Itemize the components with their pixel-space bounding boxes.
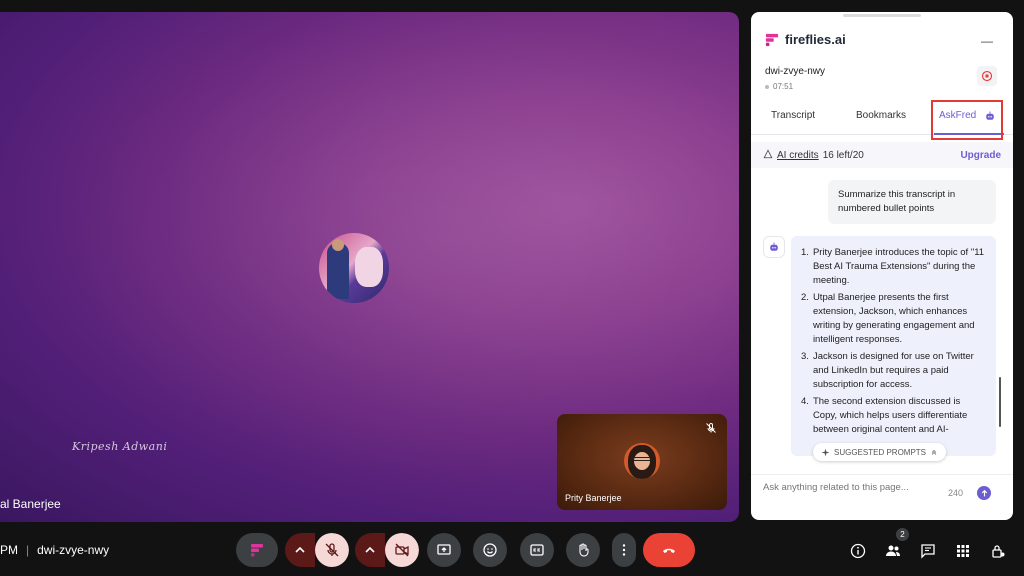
tab-transcript[interactable]: Transcript — [771, 110, 815, 121]
meeting-info: PM | dwi-zvye-nwy — [0, 543, 109, 557]
camera-off-icon — [395, 543, 409, 557]
ask-bar: 240 — [751, 474, 1013, 520]
meeting-details-button[interactable] — [849, 542, 867, 560]
elapsed-time-value: 07:51 — [773, 82, 794, 91]
raise-hand-button[interactable] — [566, 533, 600, 567]
meeting-time: PM — [0, 543, 18, 557]
send-button[interactable] — [977, 486, 991, 500]
camera-toggle-button[interactable] — [385, 533, 419, 567]
chevron-up-icon — [931, 450, 937, 455]
mic-options-chevron-icon[interactable] — [285, 533, 315, 567]
chat-icon — [921, 544, 935, 559]
list-item: 1. Prity Banerjee introduces the topic of… — [801, 246, 986, 288]
microphone-control-group — [285, 533, 349, 567]
camera-control-group — [355, 533, 419, 567]
minimize-button[interactable]: — — [981, 34, 993, 48]
lock-person-icon — [992, 545, 1005, 558]
fireflies-extension-button[interactable] — [236, 533, 278, 567]
info-icon — [850, 543, 866, 559]
list-item-number: 2. — [801, 292, 809, 303]
watermark-signature: Kripesh Adwani — [72, 440, 168, 453]
avatar-face — [634, 452, 650, 470]
fireflies-logo-icon — [251, 544, 263, 557]
self-avatar — [624, 443, 660, 479]
reactions-button[interactable] — [473, 533, 507, 567]
apps-grid-icon — [957, 545, 969, 557]
fireflies-panel: fireflies.ai — dwi-zvye-nwy 07:51 Transc… — [751, 12, 1013, 520]
people-count-badge: 2 — [896, 528, 909, 541]
meet-screen: { "meeting": { "code": "dwi-zvye-nwy", "… — [0, 0, 1024, 576]
meeting-code: dwi-zvye-nwy — [37, 543, 110, 557]
tab-bookmarks[interactable]: Bookmarks — [856, 110, 906, 121]
ask-input[interactable] — [763, 482, 963, 493]
emoji-icon — [483, 543, 497, 557]
credits-triangle-icon — [763, 148, 773, 162]
list-item-number: 3. — [801, 351, 809, 362]
list-item-number: 4. — [801, 396, 809, 407]
character-count: 240 — [948, 488, 964, 498]
meeting-info-separator: | — [26, 543, 30, 557]
present-screen-button[interactable] — [427, 533, 461, 567]
host-controls-button[interactable] — [989, 542, 1007, 560]
list-item: 2. Utpal Banerjee presents the first exte… — [801, 291, 986, 347]
list-item: 3. Jackson is designed for use on Twitter… — [801, 350, 986, 392]
elapsed-time: 07:51 — [765, 82, 793, 91]
list-item-text: Utpal Banerjee presents the first extens… — [812, 292, 975, 345]
activities-button[interactable] — [954, 542, 972, 560]
main-participant-name: al Banerjee — [0, 497, 61, 511]
avatar-face — [332, 239, 344, 251]
more-vertical-icon — [622, 544, 626, 556]
upgrade-link[interactable]: Upgrade — [960, 150, 1001, 161]
more-options-button[interactable] — [612, 533, 636, 567]
sparkle-icon — [821, 448, 830, 456]
captions-button[interactable] — [520, 533, 554, 567]
avatar-glasses — [634, 457, 650, 461]
end-call-button[interactable] — [643, 533, 695, 567]
present-screen-icon — [437, 544, 451, 555]
people-icon — [886, 545, 900, 556]
stop-recording-button[interactable] — [977, 66, 997, 86]
captions-icon — [530, 544, 544, 556]
askfred-highlight-box — [931, 100, 1003, 140]
ai-credits-bar: AI credits 16 left/20 Upgrade — [751, 142, 1013, 168]
fred-avatar-icon — [763, 236, 785, 258]
chat-scrollbar[interactable] — [999, 377, 1001, 427]
mic-off-icon — [325, 543, 339, 557]
list-item-text: The second extension discussed is Copy, … — [812, 396, 968, 435]
avatar-figure — [327, 243, 349, 299]
self-video-tile[interactable]: Prity Banerjee — [557, 414, 727, 510]
raise-hand-icon — [579, 543, 589, 557]
participant-avatar — [319, 233, 389, 303]
brand: fireflies.ai — [765, 32, 846, 47]
suggested-prompts-label: SUGGESTED PROMPTS — [834, 447, 927, 457]
self-participant-name: Prity Banerjee — [565, 493, 622, 503]
bot-message: 1. Prity Banerjee introduces the topic of… — [791, 236, 996, 456]
summary-list: 1. Prity Banerjee introduces the topic of… — [801, 246, 986, 437]
list-item: 4. The second extension discussed is Copy… — [801, 395, 986, 437]
microphone-toggle-button[interactable] — [315, 533, 349, 567]
record-stop-icon — [981, 70, 993, 82]
panel-meeting-id: dwi-zvye-nwy — [765, 66, 826, 77]
list-item-text: Jackson is designed for use on Twitter a… — [812, 351, 974, 390]
people-button[interactable] — [884, 542, 902, 560]
suggested-prompts-button[interactable]: SUGGESTED PROMPTS — [813, 443, 947, 461]
mic-off-icon — [705, 422, 719, 436]
hang-up-icon — [663, 548, 675, 553]
user-message: Summarize this transcript in numbered bu… — [828, 180, 996, 224]
list-item-text: Prity Banerjee introduces the topic of "… — [812, 247, 985, 286]
status-dot — [765, 84, 769, 89]
avatar-background-figure — [355, 247, 383, 287]
fireflies-logo-icon — [765, 33, 779, 47]
ai-credits-link[interactable]: AI credits — [777, 150, 819, 161]
chat-button[interactable] — [919, 542, 937, 560]
brand-name: fireflies.ai — [785, 32, 846, 47]
camera-options-chevron-icon[interactable] — [355, 533, 385, 567]
ai-credits-value: 16 left/20 — [822, 149, 864, 161]
panel-drag-handle[interactable] — [843, 14, 921, 17]
arrow-up-icon — [981, 489, 987, 496]
list-item-number: 1. — [801, 247, 809, 258]
